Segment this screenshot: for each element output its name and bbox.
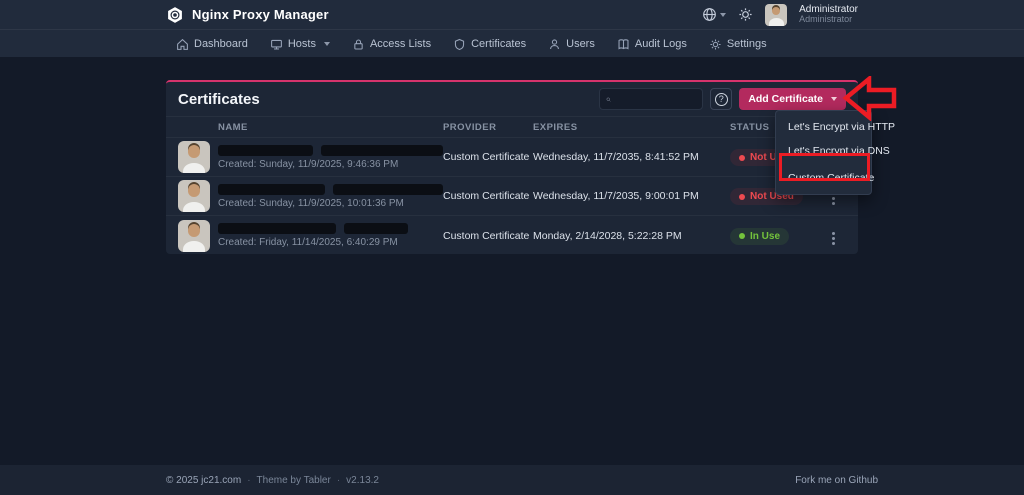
certificates-card: Certificates ? Add Certificate Name Prov…: [166, 80, 858, 254]
search-box[interactable]: [599, 88, 703, 110]
created-timestamp: Created: Friday, 11/14/2025, 6:40:29 PM: [218, 237, 443, 248]
expires-cell: Wednesday, 11/7/2035, 8:41:52 PM: [533, 151, 730, 163]
shield-icon: [453, 38, 466, 51]
provider-cell: Custom Certificate: [443, 190, 533, 202]
menu-item-lets-encrypt-dns[interactable]: Let's Encrypt via DNS: [776, 139, 871, 163]
theme-toggle-sun-button[interactable]: [738, 7, 753, 22]
home-icon: [176, 38, 189, 51]
question-mark-icon: ?: [715, 93, 728, 106]
lock-icon: [352, 38, 365, 51]
footer-theme-credit[interactable]: Theme by Tabler: [257, 475, 331, 486]
search-input[interactable]: [616, 94, 696, 105]
row-owner-avatar: [178, 180, 210, 212]
table-row[interactable]: Created: Friday, 11/14/2025, 6:40:29 PM …: [166, 216, 858, 255]
search-icon: [606, 94, 611, 105]
provider-cell: Custom Certificate: [443, 151, 533, 163]
created-timestamp: Created: Sunday, 11/9/2025, 9:46:36 PM: [218, 159, 443, 170]
redacted-name: [218, 223, 443, 234]
status-badge: In Use: [730, 228, 789, 245]
language-globe-button[interactable]: [702, 7, 726, 22]
row-owner-avatar: [178, 220, 210, 252]
menu-item-lets-encrypt-http[interactable]: Let's Encrypt via HTTP: [776, 115, 871, 139]
chevron-down-icon: [720, 13, 726, 17]
footer-copyright-link[interactable]: © 2025 jc21.com: [166, 475, 241, 486]
row-owner-avatar: [178, 141, 210, 173]
nav-item-certificates[interactable]: Certificates: [453, 38, 526, 51]
nav-item-hosts[interactable]: Hosts: [270, 38, 330, 51]
main-nav-bar: Dashboard Hosts Access Lists Certificate…: [0, 29, 1024, 57]
nav-item-access-lists[interactable]: Access Lists: [352, 38, 431, 51]
app-title: Nginx Proxy Manager: [192, 7, 329, 22]
column-header-expires: Expires: [533, 122, 730, 133]
user-icon: [548, 38, 561, 51]
nav-item-users[interactable]: Users: [548, 38, 595, 51]
top-header-bar: Nginx Proxy Manager Administrator: [0, 0, 1024, 29]
expires-cell: Monday, 2/14/2028, 5:22:28 PM: [533, 230, 730, 242]
app-window: Nginx Proxy Manager Administrator: [0, 0, 1024, 495]
table-row[interactable]: Created: Sunday, 11/9/2025, 10:01:36 PM …: [166, 177, 858, 216]
page-title: Certificates: [178, 91, 260, 108]
row-menu-kebab-icon[interactable]: [832, 237, 835, 240]
help-button[interactable]: ?: [710, 88, 732, 110]
redacted-name: [218, 145, 443, 156]
row-menu-kebab-icon[interactable]: [832, 197, 835, 200]
nav-item-audit-logs[interactable]: Audit Logs: [617, 38, 687, 51]
chevron-down-icon: [831, 97, 837, 101]
expires-cell: Wednesday, 11/7/2035, 9:00:01 PM: [533, 190, 730, 202]
monitor-icon: [270, 38, 283, 51]
user-menu[interactable]: Administrator Administrator: [799, 4, 858, 25]
column-header-provider: Provider: [443, 122, 533, 133]
chevron-down-icon: [324, 42, 330, 46]
column-header-name: Name: [218, 122, 443, 133]
footer-github-link[interactable]: Fork me on Github: [795, 475, 878, 486]
redacted-name: [218, 184, 443, 195]
nginx-proxy-manager-logo-icon: [166, 6, 184, 24]
user-role: Administrator: [799, 15, 858, 25]
nav-item-dashboard[interactable]: Dashboard: [176, 38, 248, 51]
add-certificate-dropdown-menu: Let's Encrypt via HTTP Let's Encrypt via…: [775, 110, 872, 195]
menu-item-custom-certificate[interactable]: Custom Certificate: [776, 166, 871, 190]
add-certificate-button[interactable]: Add Certificate: [739, 88, 846, 110]
footer-version: v2.13.2: [346, 475, 379, 486]
provider-cell: Custom Certificate: [443, 230, 533, 242]
gear-icon: [709, 38, 722, 51]
nav-item-settings[interactable]: Settings: [709, 38, 767, 51]
table-row[interactable]: Created: Sunday, 11/9/2025, 9:46:36 PM C…: [166, 138, 858, 177]
user-avatar[interactable]: [765, 4, 787, 26]
book-icon: [617, 38, 630, 51]
created-timestamp: Created: Sunday, 11/9/2025, 10:01:36 PM: [218, 198, 443, 209]
footer-bar: © 2025 jc21.com · Theme by Tabler · v2.1…: [0, 465, 1024, 495]
table-header: Name Provider Expires Status: [166, 116, 858, 138]
